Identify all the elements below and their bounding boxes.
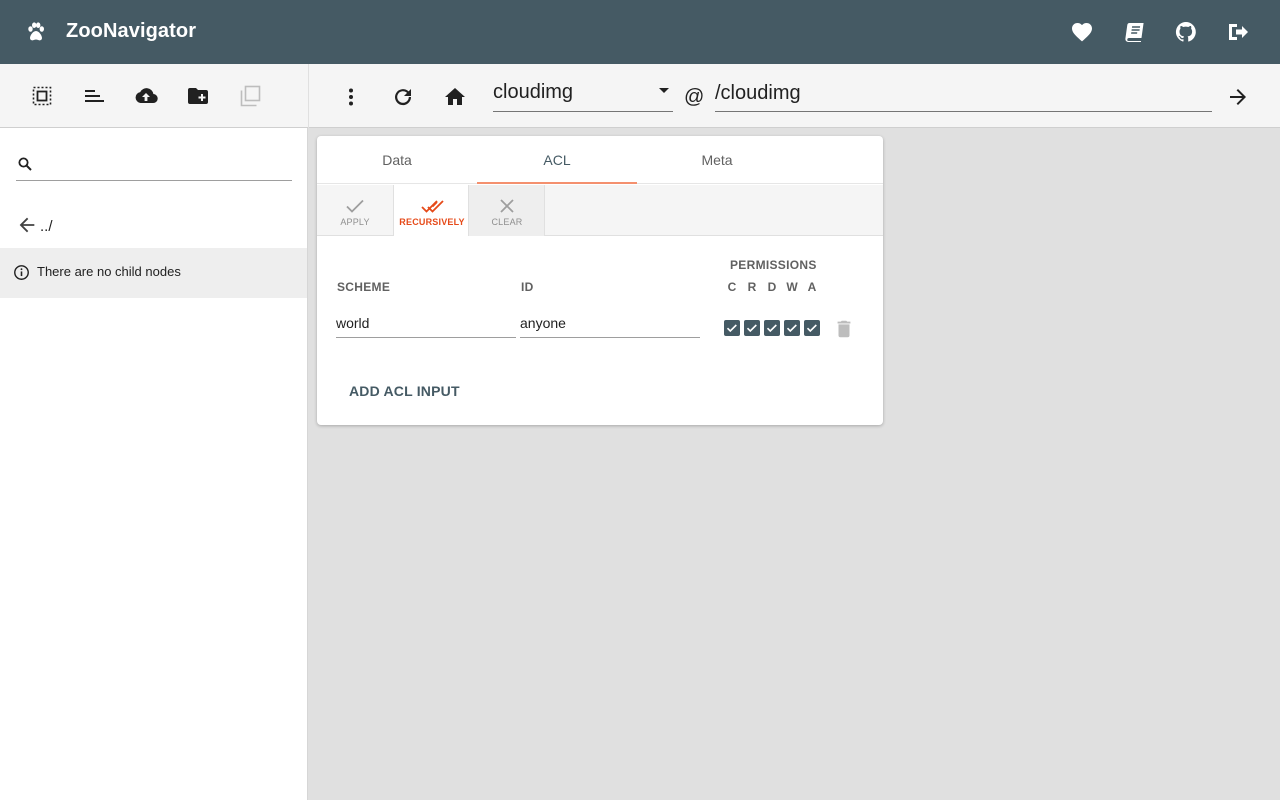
clear-label: CLEAR <box>491 217 523 227</box>
delete-icon[interactable] <box>833 318 855 340</box>
acl-action-bar: APPLY RECURSIVELY CLEAR <box>317 185 883 236</box>
perm-checkbox-write[interactable] <box>784 320 800 336</box>
heart-icon[interactable] <box>1070 20 1094 44</box>
main-toolbar: cloudimg @ <box>309 64 1280 128</box>
perm-letter-write: W <box>786 280 798 294</box>
search-input[interactable] <box>40 152 290 178</box>
done-all-icon <box>421 200 444 213</box>
paw-icon <box>28 22 44 41</box>
close-icon <box>500 199 514 213</box>
id-field <box>520 308 700 338</box>
tab-data[interactable]: Data <box>317 136 477 184</box>
app-title: ZooNavigator <box>66 20 197 42</box>
create-folder-icon[interactable] <box>186 84 210 108</box>
sidebar: ../ There are no child nodes <box>0 64 308 800</box>
perm-checkbox-admin[interactable] <box>804 320 820 336</box>
perm-checkbox-delete[interactable] <box>764 320 780 336</box>
scheme-field <box>336 308 516 338</box>
select-all-icon[interactable] <box>30 84 54 108</box>
node-tabs: Data ACL Meta <box>317 136 883 184</box>
apply-button[interactable]: APPLY <box>317 185 393 236</box>
perm-checkbox-read[interactable] <box>744 320 760 336</box>
id-input[interactable] <box>520 312 698 334</box>
app-header: ZooNavigator <box>0 0 1280 64</box>
duplicate-icon[interactable] <box>238 84 262 108</box>
perm-checkbox-create[interactable] <box>724 320 740 336</box>
search-field <box>16 150 292 181</box>
perm-letter-admin: A <box>807 280 817 294</box>
check-icon <box>766 324 777 333</box>
tab-meta[interactable]: Meta <box>637 136 797 184</box>
chevron-down-icon <box>659 88 669 93</box>
upload-icon[interactable] <box>134 84 158 108</box>
home-icon[interactable] <box>443 85 467 109</box>
apply-label: APPLY <box>340 217 370 227</box>
info-icon <box>14 265 29 280</box>
github-icon[interactable] <box>1174 20 1198 44</box>
more-vert-icon[interactable] <box>339 85 363 109</box>
book-icon[interactable] <box>1122 20 1146 44</box>
parent-directory-link[interactable]: ../ <box>16 212 53 238</box>
sidebar-toolbar <box>0 64 308 128</box>
add-acl-input-button[interactable]: ADD ACL INPUT <box>337 374 472 408</box>
refresh-icon[interactable] <box>391 85 415 109</box>
recursively-button[interactable]: RECURSIVELY <box>393 185 469 236</box>
scheme-input[interactable] <box>336 312 514 334</box>
check-icon <box>746 324 757 333</box>
scheme-column-header: SCHEME <box>337 280 391 294</box>
parent-link-label: ../ <box>40 217 53 235</box>
check-icon <box>346 199 364 213</box>
arrow-back-icon <box>19 217 35 233</box>
check-icon <box>726 324 737 333</box>
empty-state: There are no child nodes <box>0 248 307 298</box>
check-icon <box>806 324 817 333</box>
connection-select[interactable]: cloudimg <box>493 78 673 112</box>
permissions-header: PERMISSIONS <box>730 258 817 272</box>
perm-letter-read: R <box>747 280 757 294</box>
at-sign: @ <box>684 86 705 108</box>
tab-acl[interactable]: ACL <box>477 136 637 184</box>
perm-letter-create: C <box>727 280 737 294</box>
check-icon <box>786 324 797 333</box>
arrow-forward-icon[interactable] <box>1226 85 1250 109</box>
clear-button[interactable]: CLEAR <box>469 185 545 236</box>
active-tab-indicator <box>477 182 637 184</box>
path-input[interactable] <box>715 78 1205 108</box>
id-column-header: ID <box>521 280 534 294</box>
sort-icon[interactable] <box>82 84 106 108</box>
path-field <box>715 78 1212 112</box>
connection-value: cloudimg <box>493 81 574 103</box>
recursively-label: RECURSIVELY <box>399 217 465 227</box>
node-editor-card: Data ACL Meta APPLY RECURSIVELY CLEAR SC… <box>317 136 883 425</box>
empty-state-message: There are no child nodes <box>37 264 181 279</box>
search-icon <box>18 157 32 171</box>
logout-icon[interactable] <box>1226 20 1250 44</box>
perm-letter-delete: D <box>767 280 777 294</box>
